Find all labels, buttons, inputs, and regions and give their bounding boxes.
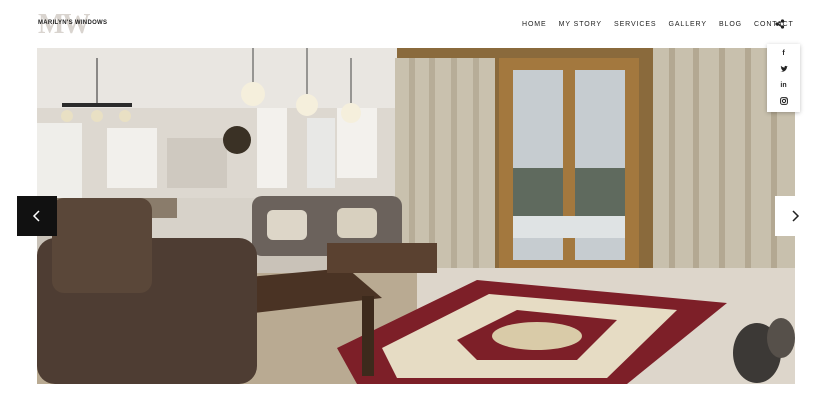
nav-home[interactable]: HOME — [522, 21, 547, 28]
site-logo[interactable]: MW MARILYN'S WINDOWS — [38, 11, 108, 39]
facebook-icon[interactable]: f — [767, 47, 800, 61]
twitter-icon[interactable] — [767, 63, 800, 77]
twitter-bird-icon — [780, 65, 788, 72]
slider-prev-button[interactable] — [17, 196, 57, 236]
facebook-label: f — [782, 50, 785, 57]
social-share-panel: f in — [767, 44, 800, 112]
linkedin-icon[interactable]: in — [767, 79, 800, 93]
chevron-right-icon — [792, 210, 800, 222]
chevron-left-icon — [32, 210, 40, 222]
linkedin-label: in — [780, 82, 787, 89]
living-room-photo — [37, 48, 795, 384]
instagram-icon[interactable] — [767, 95, 800, 109]
logo-text: MARILYN'S WINDOWS — [38, 20, 108, 26]
instagram-glyph-icon — [779, 97, 788, 106]
hero-slider-image — [37, 48, 795, 384]
nav-gallery[interactable]: GALLERY — [668, 21, 706, 28]
nav-contact[interactable]: CONTACT — [754, 21, 794, 28]
slider-next-button[interactable] — [775, 196, 815, 236]
site-header: MW MARILYN'S WINDOWS HOME MY STORY SERVI… — [0, 0, 829, 48]
nav-blog[interactable]: BLOG — [719, 21, 742, 28]
share-icon[interactable] — [775, 19, 785, 29]
main-nav: HOME MY STORY SERVICES GALLERY BLOG CONT… — [522, 21, 806, 28]
nav-services[interactable]: SERVICES — [614, 21, 656, 28]
nav-my-story[interactable]: MY STORY — [559, 21, 602, 28]
